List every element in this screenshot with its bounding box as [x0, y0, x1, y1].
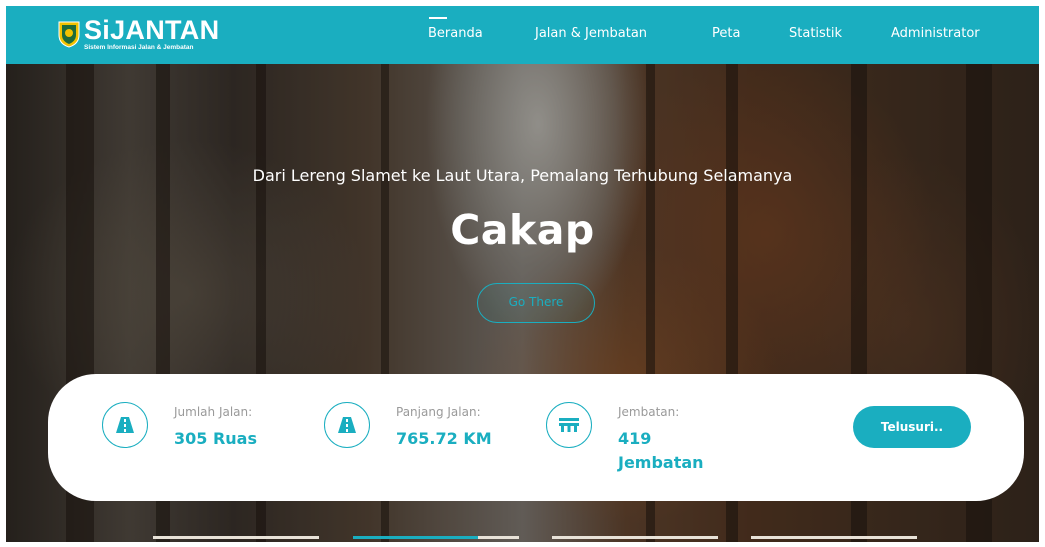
- regency-crest-icon: [58, 20, 80, 48]
- brand-name: SiJANTAN: [84, 14, 220, 45]
- stat-value-number: 419: [618, 429, 652, 448]
- hero-tagline: Dari Lereng Slamet ke Laut Utara, Pemala…: [252, 166, 793, 185]
- bridge-icon: [546, 402, 592, 448]
- hero-title: Cakap: [450, 206, 595, 254]
- stat-label: Jembatan:: [618, 405, 680, 419]
- stats-card: Jumlah Jalan: 305 Ruas Panjang Jalan: 76…: [48, 374, 1024, 501]
- slider-indicator-2[interactable]: [353, 536, 519, 539]
- stat-value-unit: Jembatan: [618, 453, 704, 472]
- stat-jembatan: Jembatan: 419 Jembatan: [546, 402, 746, 482]
- page-frame: SiJANTAN Sistem Informasi Jalan & Jembat…: [6, 6, 1039, 542]
- brand-subtitle: Sistem Informasi Jalan & Jembatan: [84, 43, 194, 51]
- stat-value: 765.72 KM: [396, 429, 492, 448]
- nav-item-jalan-jembatan[interactable]: Jalan & Jembatan: [535, 26, 647, 41]
- slider-indicator-3[interactable]: [552, 536, 718, 539]
- go-there-button[interactable]: Go There: [477, 283, 595, 323]
- nav-active-indicator: [429, 17, 447, 19]
- top-navbar: SiJANTAN Sistem Informasi Jalan & Jembat…: [6, 6, 1039, 64]
- telusuri-button[interactable]: Telusuri..: [853, 406, 971, 448]
- brand-logo[interactable]: SiJANTAN Sistem Informasi Jalan & Jembat…: [58, 14, 219, 54]
- stat-panjang-jalan: Panjang Jalan: 765.72 KM: [324, 402, 524, 482]
- nav-item-peta[interactable]: Peta: [712, 26, 740, 41]
- stat-label: Jumlah Jalan:: [174, 405, 253, 419]
- stat-value: 419 Jembatan: [618, 427, 704, 475]
- nav-item-beranda[interactable]: Beranda: [428, 26, 483, 41]
- road-icon: [102, 402, 148, 448]
- stat-value: 305 Ruas: [174, 429, 257, 448]
- slider-indicator-1[interactable]: [153, 536, 319, 539]
- nav-item-statistik[interactable]: Statistik: [789, 26, 842, 41]
- stat-jumlah-jalan: Jumlah Jalan: 305 Ruas: [102, 402, 302, 482]
- road-icon: [324, 402, 370, 448]
- stat-label: Panjang Jalan:: [396, 405, 481, 419]
- slider-indicator-4[interactable]: [751, 536, 917, 539]
- nav-item-administrator[interactable]: Administrator: [891, 26, 980, 41]
